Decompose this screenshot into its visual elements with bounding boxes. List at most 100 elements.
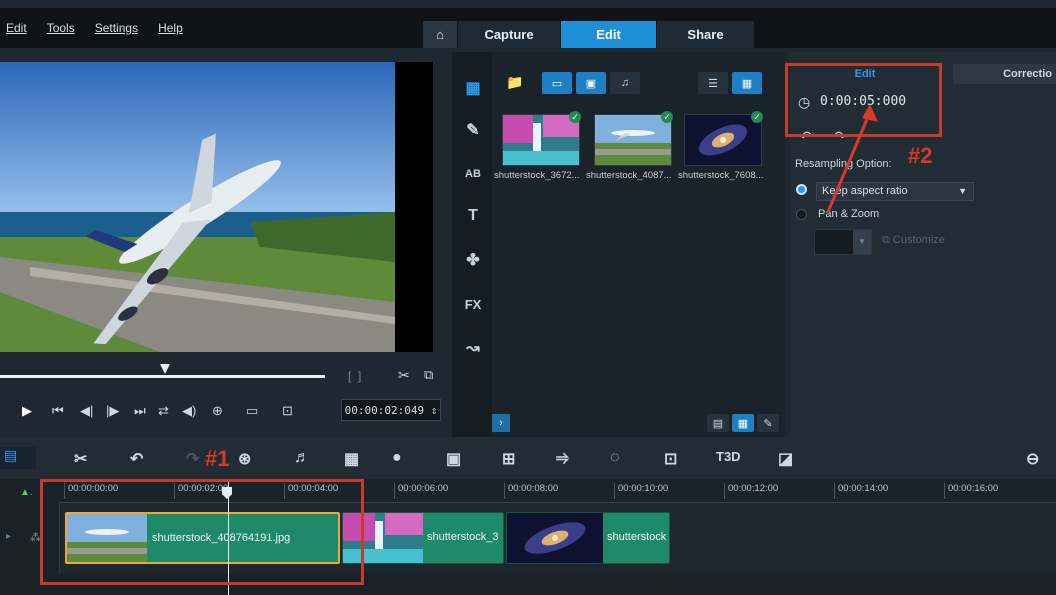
auto-music-icon[interactable]: ▦ xyxy=(344,449,359,469)
scrubber-handle[interactable] xyxy=(160,364,170,374)
show-photo-button[interactable]: ▣ xyxy=(576,72,606,94)
home-icon: ⌂ xyxy=(436,27,444,42)
expand-sidebar-button[interactable]: › xyxy=(492,414,510,432)
show-audio-button[interactable]: ♫ xyxy=(610,72,640,94)
record-capture-icon[interactable]: ⊛ xyxy=(238,449,251,469)
menu-tools[interactable]: Tools xyxy=(47,21,75,35)
airplane-image xyxy=(595,115,671,165)
annotation-label-1: #1 xyxy=(205,446,230,471)
graphics-icon[interactable]: ✤ xyxy=(460,248,486,272)
chevron-down-icon: ▼ xyxy=(958,186,967,196)
time-remapping-icon[interactable]: ⥤ xyxy=(556,449,569,467)
library-panel: ▦ ✎ AB T ✤ FX ↝ 📁 ▭ ▣ ♫ ☰ ▦ ✓ ✓ ✓ shutte… xyxy=(452,52,785,437)
preview-window xyxy=(0,62,433,352)
checked-icon: ✓ xyxy=(569,111,581,123)
repeat-icon[interactable]: ⇄ xyxy=(158,403,169,419)
tab-correction[interactable]: Correctio xyxy=(953,64,1056,84)
tab-share[interactable]: Share xyxy=(657,21,755,48)
preview-timecode[interactable]: 00:00:02:049 ⇕ xyxy=(341,399,441,421)
checked-icon: ✓ xyxy=(661,111,673,123)
clip-thumbnail xyxy=(507,513,603,563)
crop-icon[interactable]: ⊡ xyxy=(282,403,293,419)
pan-and-zoom-icon[interactable]: ⊡ xyxy=(664,449,677,469)
aspect-ratio-icon[interactable]: ▭ xyxy=(246,403,258,419)
snapshot-icon[interactable]: ⧉ xyxy=(424,367,433,383)
mask-creator-icon[interactable]: ◌ xyxy=(610,449,620,467)
chevron-down-icon: ▼ xyxy=(853,230,871,254)
multi-camera-icon[interactable]: ⊞ xyxy=(502,449,515,469)
track-visibility-icon[interactable]: ▸ xyxy=(6,531,11,542)
clip-label: shutterstock xyxy=(607,531,667,543)
show-video-button[interactable]: ▭ xyxy=(542,72,572,94)
track-manager-icon[interactable]: ▲. xyxy=(20,487,33,498)
volume-icon[interactable]: ◀) xyxy=(182,403,196,419)
redo-icon[interactable]: ↷ xyxy=(186,449,199,469)
customize-button[interactable]: ⧉ Customize xyxy=(882,234,945,247)
thumb-label: shutterstock_3672... xyxy=(494,170,580,181)
video-editor-window: Edit Tools Settings Help ⌂ Capture Edit … xyxy=(0,0,1056,595)
thumbnail-airplane[interactable]: ✓ xyxy=(594,111,673,166)
path-icon[interactable]: ↝ xyxy=(460,336,486,360)
annotation-arrow xyxy=(826,104,878,213)
hd-preview-icon[interactable]: ⊕ xyxy=(212,403,223,419)
title-icon[interactable]: AB xyxy=(460,162,486,186)
thumbnail-galaxy[interactable]: ✓ xyxy=(684,111,763,166)
add-folder-icon[interactable]: 📁 xyxy=(506,74,523,91)
mark-in-out-icon[interactable]: [ ] xyxy=(348,369,361,383)
customize-label: Customize xyxy=(892,234,945,246)
instant-project-icon[interactable]: ✎ xyxy=(460,118,486,142)
keep-aspect-radio[interactable] xyxy=(796,184,807,195)
menu-help[interactable]: Help xyxy=(158,21,183,35)
library-sidebar: ▦ ✎ AB T ✤ FX ↝ xyxy=(452,52,492,437)
storyboard-view-icon[interactable]: ▤ xyxy=(0,447,36,469)
preset-selector[interactable]: ▼ xyxy=(814,229,872,255)
motion-tracking-icon[interactable]: ● xyxy=(392,449,402,467)
import-button[interactable]: ▤ xyxy=(707,414,729,432)
subtitle-editor-icon[interactable]: ▣ xyxy=(446,449,461,469)
timeline-toolbar: ▤ ✂ ↶ ↷ ⊛ ♬ ▦ ● ▣ ⊞ ⥤ ◌ ⊡ T3D ◪ ⊖ xyxy=(0,437,1056,479)
waterfall-image xyxy=(503,115,579,165)
sound-mixer-icon[interactable]: ♬ xyxy=(294,449,310,467)
edit-options-button[interactable]: ✎ xyxy=(757,414,779,432)
tab-capture[interactable]: Capture xyxy=(458,21,561,48)
preview-image xyxy=(0,62,395,352)
previous-frame-icon[interactable]: ◀| xyxy=(80,403,93,419)
ruler-tick: 00:00:16:00 xyxy=(944,483,998,499)
galaxy-image xyxy=(685,115,761,165)
go-to-start-icon[interactable]: ⏮ xyxy=(52,403,64,419)
ruler-tick: 00:00:14:00 xyxy=(834,483,888,499)
clip-galaxy[interactable]: shutterstock xyxy=(506,512,670,564)
list-view-button[interactable]: ☰ xyxy=(698,72,728,94)
fx-icon[interactable]: FX xyxy=(460,292,486,316)
split-screen-icon[interactable]: ◪ xyxy=(778,449,793,469)
pan-zoom-radio[interactable] xyxy=(796,209,807,220)
split-clip-icon[interactable]: ✂ xyxy=(398,367,410,384)
workspace-tabs: ⌂ Capture Edit Share xyxy=(423,21,755,48)
tab-edit[interactable]: Edit xyxy=(561,21,657,48)
media-icon[interactable]: ▦ xyxy=(460,76,486,100)
next-frame-icon[interactable]: |▶ xyxy=(106,403,119,419)
tools-icon[interactable]: ✂ xyxy=(74,449,87,469)
clip-label: shutterstock_3 xyxy=(427,531,499,543)
ruler-tick: 00:00:10:00 xyxy=(614,483,668,499)
thumb-label: shutterstock_7608... xyxy=(678,170,764,181)
menu-bar: Edit Tools Settings Help xyxy=(0,8,183,48)
play-icon[interactable]: ▶ xyxy=(22,403,32,419)
text-icon[interactable]: T xyxy=(460,204,486,228)
ruler-tick: 00:00:06:00 xyxy=(394,483,448,499)
thumbnail-waterfall[interactable]: ✓ xyxy=(502,111,581,166)
menu-edit[interactable]: Edit xyxy=(6,21,27,35)
home-tab[interactable]: ⌂ xyxy=(423,21,458,48)
ruler-tick: 00:00:08:00 xyxy=(504,483,558,499)
go-to-end-icon[interactable]: ⏭ xyxy=(134,403,146,419)
scrubber-track xyxy=(0,375,325,378)
3d-title-icon[interactable]: T3D xyxy=(716,449,741,464)
library-view-button[interactable]: ▦ xyxy=(732,414,754,432)
clip-waterfall[interactable]: shutterstock_3 xyxy=(342,512,504,564)
scrubber[interactable]: [ ] ✂ ⧉ xyxy=(0,355,450,385)
undo-icon[interactable]: ↶ xyxy=(130,449,143,469)
menu-settings[interactable]: Settings xyxy=(95,21,138,35)
thumb-label: shutterstock_4087... xyxy=(586,170,672,181)
thumbnail-view-button[interactable]: ▦ xyxy=(732,72,762,94)
zoom-out-icon[interactable]: ⊖ xyxy=(1026,449,1039,469)
